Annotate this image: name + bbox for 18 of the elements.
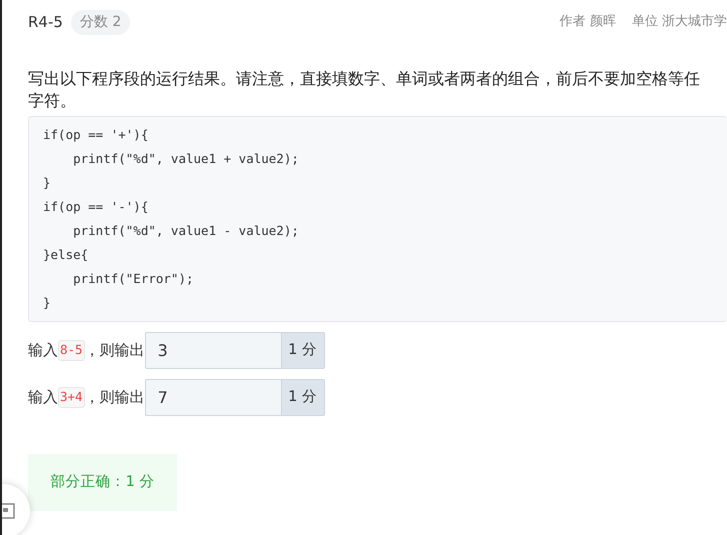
answer-field[interactable]: 7: [144, 379, 282, 416]
score-tag: 分数 2: [70, 10, 130, 34]
prompt-text: ，则输出: [84, 340, 145, 362]
prompt-text: 输入: [28, 340, 58, 362]
code-block: if(op == '+'){ printf("%d", value1 + value2); } if(op == '-'){ printf("%d", value1 - value2); }else{ printf("Error"); }: [28, 116, 727, 322]
panel-icon: [2, 503, 16, 519]
author-text: 作者 颜晖: [560, 13, 616, 32]
question-text: 写出以下程序段的运行结果。请注意，直接填数字、单词或者两者的组合，前后不要加空格等任 字符。: [28, 68, 701, 112]
answer-field[interactable]: 3: [144, 332, 282, 369]
input-code: 3+4: [58, 387, 85, 408]
result-message: 部分正确：1 分: [28, 454, 177, 511]
prompt-text: ，则输出: [84, 387, 145, 408]
prompt-text: 输入: [28, 387, 58, 408]
input-code: 8-5: [58, 340, 85, 361]
question-id: R4-5: [28, 12, 63, 33]
points-label: 1 分: [282, 332, 325, 369]
unit-text: 单位 浙大城市学: [632, 13, 727, 32]
points-label: 1 分: [282, 379, 325, 416]
